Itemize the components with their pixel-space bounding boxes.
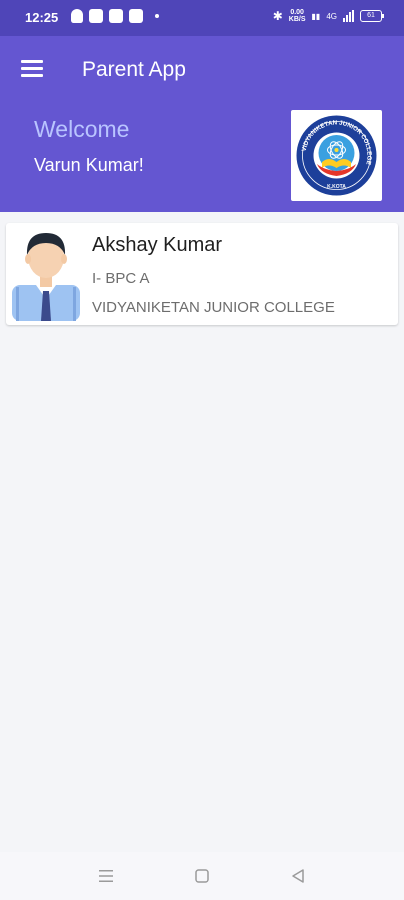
battery-level: 61 bbox=[367, 12, 375, 19]
college-logo: VIDYANIKETAN JUNIOR COLLEGE K.KOTA bbox=[291, 110, 382, 201]
student-college: VIDYANIKETAN JUNIOR COLLEGE bbox=[92, 299, 335, 316]
system-nav-bar bbox=[0, 852, 404, 900]
battery-icon: 61 bbox=[360, 10, 384, 22]
hamburger-menu-icon[interactable] bbox=[21, 60, 43, 78]
welcome-text: Welcome bbox=[34, 116, 130, 142]
app-title: Parent App bbox=[82, 58, 186, 81]
notification-icons bbox=[71, 9, 159, 23]
status-time: 12:25 bbox=[25, 10, 59, 25]
app-notification-icon bbox=[109, 9, 123, 23]
network-speed-unit: KB/S bbox=[288, 16, 306, 23]
status-right-icons: ✱ 0.00 KB/S ▮▮ 4G 61 bbox=[272, 9, 384, 23]
network-speed: 0.00 KB/S bbox=[289, 9, 306, 23]
recent-apps-menu-icon[interactable] bbox=[96, 866, 116, 886]
more-notifications-dot-icon bbox=[155, 14, 159, 18]
back-triangle-icon[interactable] bbox=[288, 866, 308, 886]
status-bar: 12:25 ✱ 0.00 KB/S ▮▮ 4G 61 bbox=[0, 0, 404, 36]
app-notification-icon bbox=[89, 9, 103, 23]
app-header: Parent App Welcome Varun Kumar! VIDYANIK… bbox=[0, 36, 404, 212]
vowifi-icon: ▮▮ bbox=[311, 11, 321, 21]
snapchat-icon bbox=[71, 9, 83, 23]
student-class: I- BPC A bbox=[92, 270, 150, 287]
v-app-notification-icon bbox=[129, 9, 143, 23]
network-speed-value: 0.00 bbox=[290, 9, 304, 16]
logo-text-bottom: K.KOTA bbox=[327, 184, 346, 190]
student-name: Akshay Kumar bbox=[92, 234, 223, 256]
signal-strength-icon bbox=[343, 10, 354, 22]
signal-label: 4G bbox=[326, 11, 337, 21]
user-name: Varun Kumar! bbox=[34, 155, 144, 175]
home-square-icon[interactable] bbox=[192, 866, 212, 886]
student-avatar-icon bbox=[12, 233, 80, 321]
college-logo-icon: VIDYANIKETAN JUNIOR COLLEGE K.KOTA bbox=[296, 115, 377, 196]
bluetooth-icon: ✱ bbox=[272, 9, 283, 23]
student-card[interactable]: Akshay Kumar I- BPC A VIDYANIKETAN JUNIO… bbox=[6, 223, 398, 325]
